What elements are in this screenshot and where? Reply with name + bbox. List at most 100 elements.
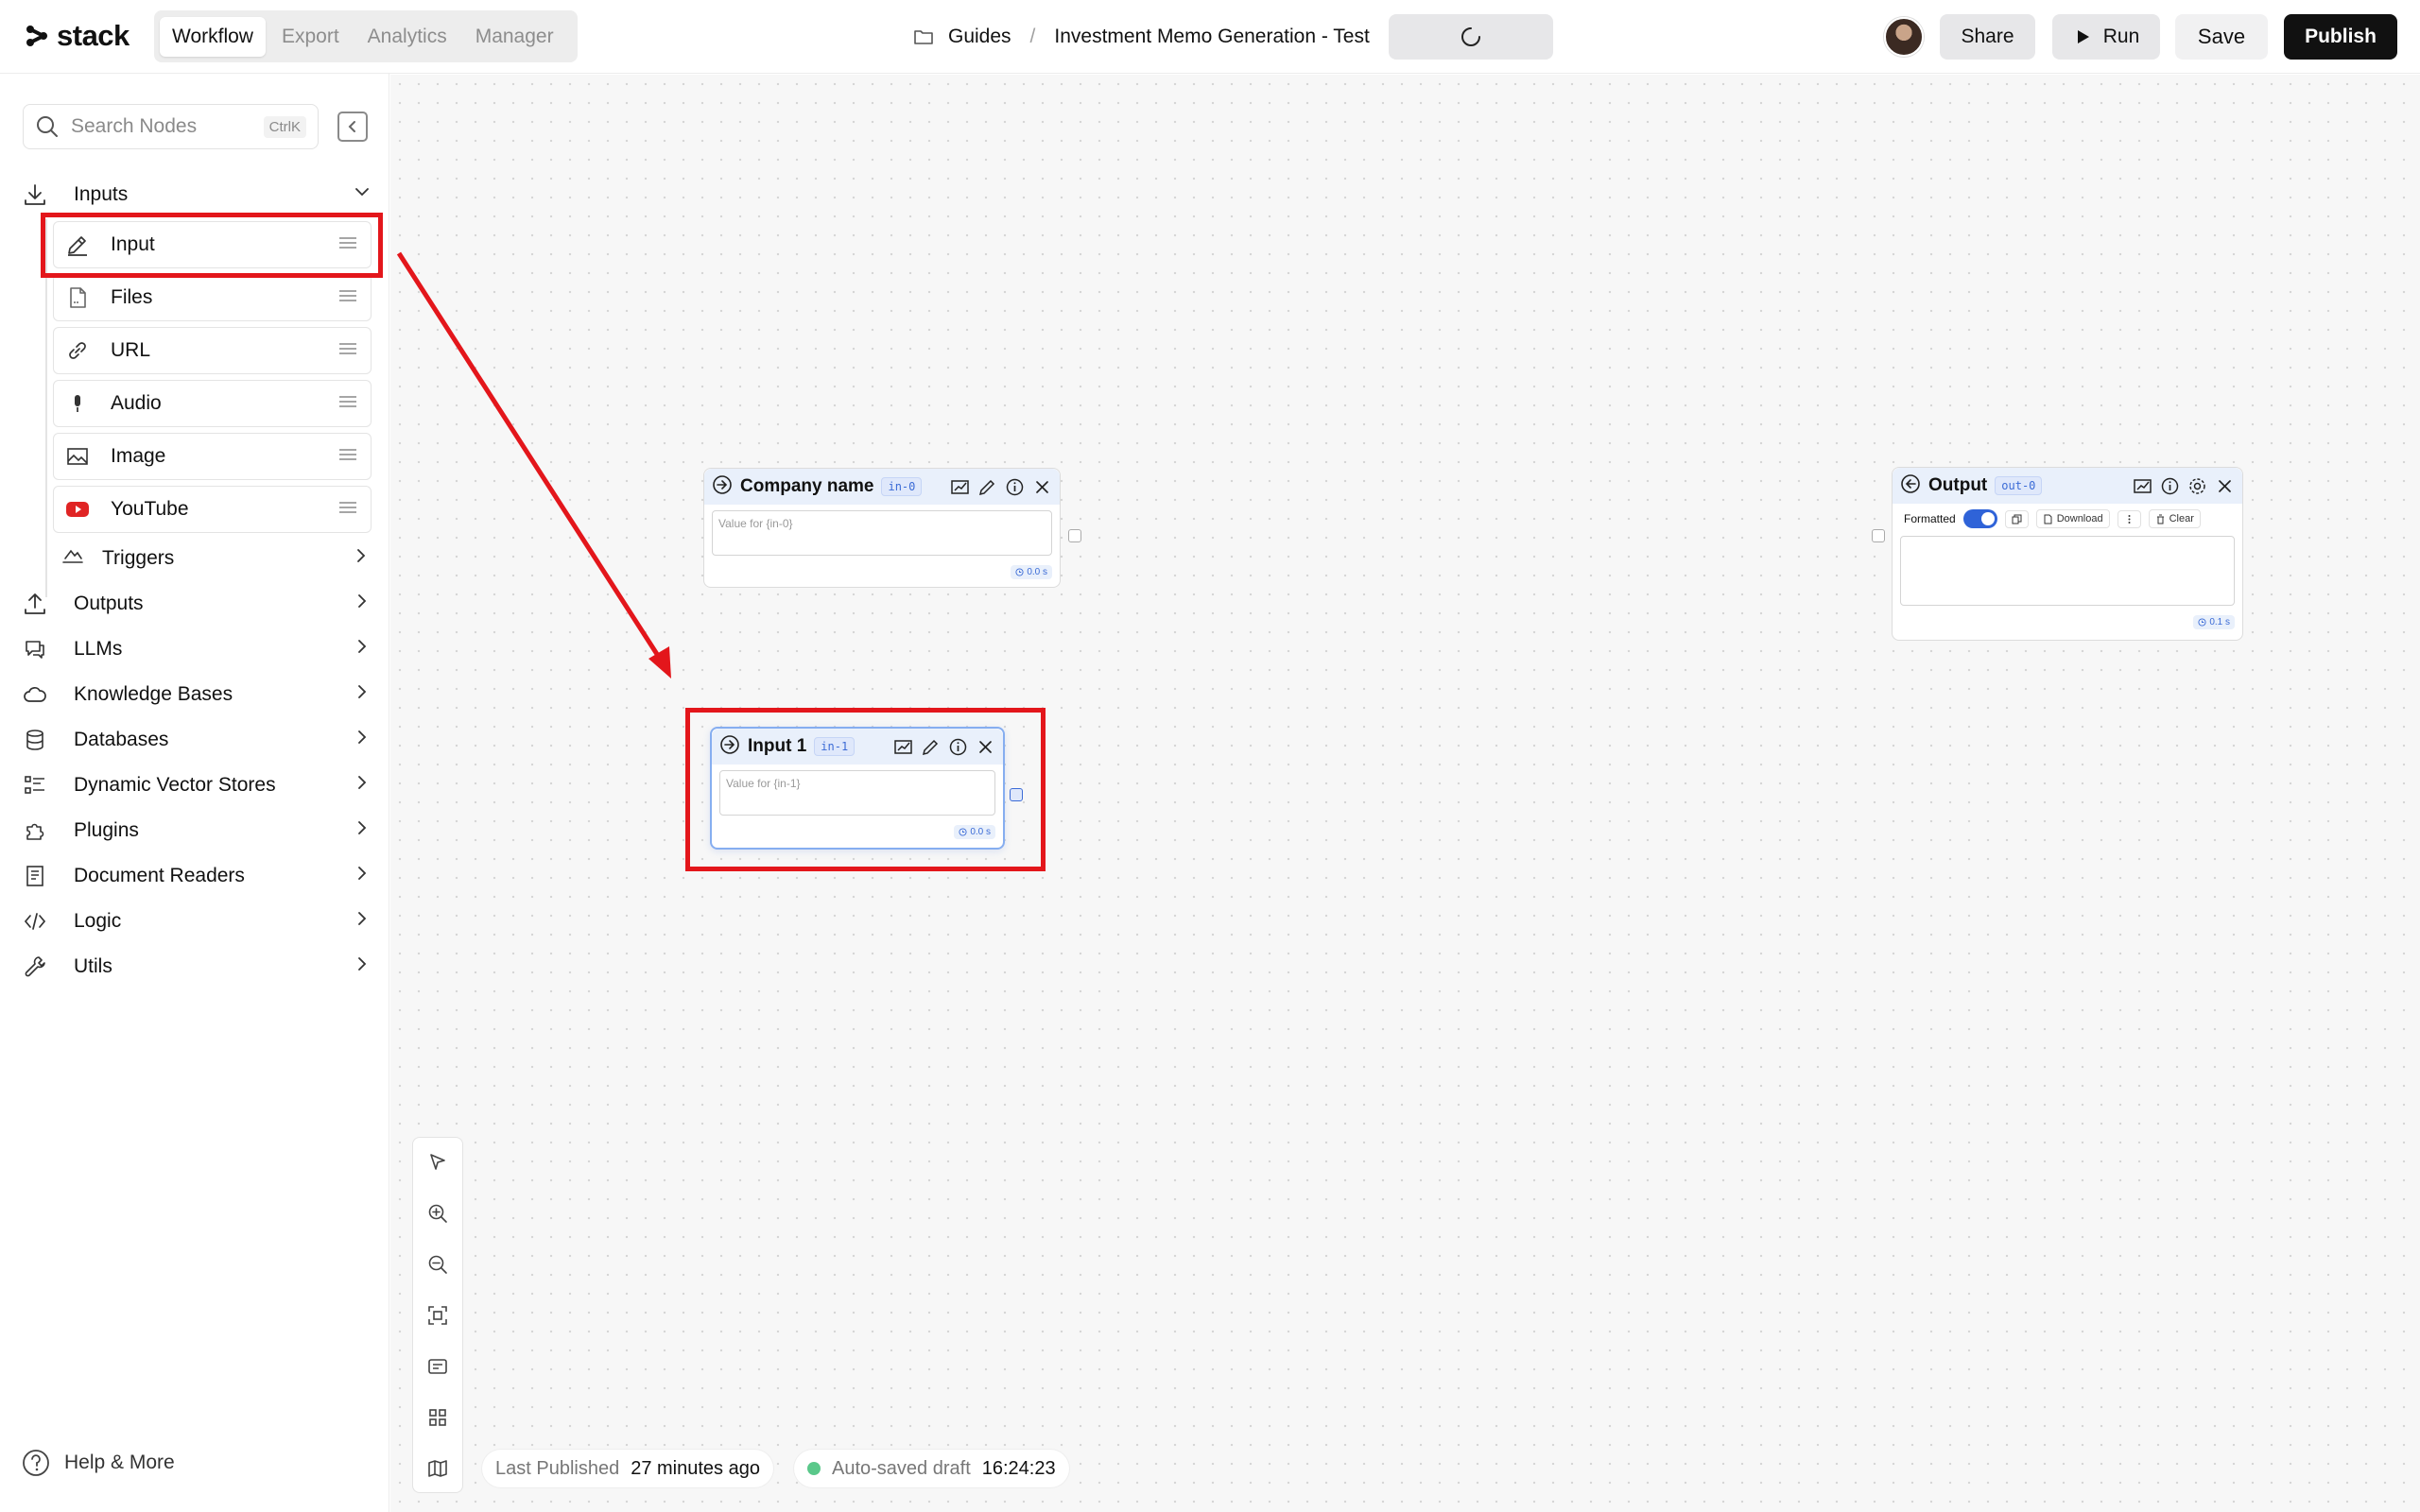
node-item-files[interactable]: Files: [53, 274, 372, 321]
more-options-button[interactable]: [2117, 509, 2141, 528]
node-item-youtube[interactable]: YouTube: [53, 486, 372, 533]
category-knowledge-bases[interactable]: Knowledge Bases: [23, 676, 372, 713]
output-handle[interactable]: [1010, 788, 1023, 801]
drag-handle-icon[interactable]: [337, 337, 359, 360]
category-plugins[interactable]: Plugins: [23, 812, 372, 850]
node-company-name[interactable]: Company name in-0 0.0 s: [703, 468, 1061, 588]
node-item-label: Input: [111, 233, 155, 255]
drag-handle-icon[interactable]: [337, 232, 359, 254]
category-label: Utils: [74, 955, 112, 977]
chart-edit-icon[interactable]: [893, 737, 913, 757]
drag-handle-icon[interactable]: [337, 390, 359, 413]
stack-logo[interactable]: stack: [23, 19, 130, 53]
chevron-right-icon: [358, 594, 367, 608]
input-handle[interactable]: [1872, 529, 1885, 542]
clear-label: Clear: [2169, 513, 2194, 524]
category-label: Plugins: [74, 819, 139, 841]
copy-button[interactable]: [2004, 509, 2029, 528]
info-icon[interactable]: [1005, 477, 1025, 497]
minimap-button[interactable]: [423, 1453, 453, 1484]
node-title: Company name: [740, 476, 874, 496]
help-and-more[interactable]: Help & More: [21, 1448, 175, 1478]
drag-handle-icon[interactable]: [337, 443, 359, 466]
publish-button[interactable]: Publish: [2284, 14, 2397, 60]
chevron-right-icon: [358, 640, 367, 653]
tab-export[interactable]: Export: [269, 17, 352, 57]
node-item-label: URL: [111, 339, 151, 361]
share-button[interactable]: Share: [1940, 14, 2035, 60]
close-icon[interactable]: [1032, 477, 1052, 497]
search-input[interactable]: [71, 115, 251, 138]
node-item-image[interactable]: Image: [53, 433, 372, 480]
run-time-value: 0.1 s: [2209, 617, 2230, 627]
gear-icon[interactable]: [2187, 476, 2207, 496]
publish-button-label: Publish: [2305, 26, 2377, 47]
node-output[interactable]: Output out-0 Formatted Download Clear 0.…: [1892, 467, 2243, 641]
node-header[interactable]: Company name in-0: [704, 469, 1060, 505]
node-header[interactable]: Output out-0: [1893, 468, 2242, 504]
clock-icon: [2198, 618, 2206, 627]
chat-icon: [26, 641, 44, 659]
chevron-right-icon: [358, 776, 367, 789]
image-icon: [67, 448, 88, 465]
close-icon[interactable]: [976, 737, 995, 757]
category-document-readers[interactable]: Document Readers: [23, 857, 372, 895]
category-inputs[interactable]: Inputs: [23, 176, 372, 214]
fit-view-button[interactable]: [423, 1300, 453, 1331]
drag-handle-icon[interactable]: [337, 284, 359, 307]
drag-handle-icon[interactable]: [337, 496, 359, 519]
category-dynamic-vector-stores[interactable]: Dynamic Vector Stores: [23, 766, 372, 804]
avatar[interactable]: [1884, 17, 1924, 57]
pencil-icon[interactable]: [977, 477, 997, 497]
node-value-input[interactable]: [719, 770, 995, 816]
database-icon: [26, 730, 43, 750]
info-icon[interactable]: [2160, 476, 2180, 496]
category-triggers[interactable]: Triggers: [60, 540, 372, 577]
output-display[interactable]: [1900, 536, 2235, 606]
breadcrumb-project[interactable]: Investment Memo Generation - Test: [1054, 26, 1369, 48]
chevron-right-icon: [358, 730, 367, 744]
chart-edit-icon[interactable]: [950, 477, 970, 497]
download-button[interactable]: Download: [2035, 509, 2110, 528]
category-utils[interactable]: Utils: [23, 948, 372, 986]
workflow-canvas[interactable]: Company name in-0 0.0 s: [390, 75, 2420, 1512]
node-header[interactable]: Input 1 in-1: [712, 729, 1003, 765]
zoom-in-button[interactable]: [423, 1198, 453, 1228]
category-outputs[interactable]: Outputs: [23, 585, 372, 623]
last-published-value: 27 minutes ago: [631, 1457, 760, 1479]
category-databases[interactable]: Databases: [23, 721, 372, 759]
formatted-toggle[interactable]: [1962, 509, 1997, 528]
save-button-label: Save: [2197, 25, 2246, 48]
comment-button[interactable]: [423, 1351, 453, 1382]
chart-edit-icon[interactable]: [2133, 476, 2152, 496]
category-logic[interactable]: Logic: [23, 902, 372, 940]
category-llms[interactable]: LLMs: [23, 630, 372, 668]
search-icon: [37, 116, 58, 137]
output-handle[interactable]: [1068, 529, 1081, 542]
node-item-audio[interactable]: Audio: [53, 380, 372, 427]
node-item-input[interactable]: Input: [53, 221, 372, 268]
pencil-icon[interactable]: [921, 737, 941, 757]
node-item-url[interactable]: URL: [53, 327, 372, 374]
clear-button[interactable]: Clear: [2148, 509, 2201, 528]
category-label: Document Readers: [74, 865, 245, 886]
close-icon[interactable]: [2215, 476, 2235, 496]
node-value-input[interactable]: [712, 510, 1052, 556]
node-input-1[interactable]: Input 1 in-1 0.0 s: [710, 727, 1005, 850]
formatted-label: Formatted: [1904, 512, 1956, 525]
trash-icon: [2156, 514, 2164, 524]
search-box[interactable]: CtrlK: [23, 104, 319, 149]
tab-workflow[interactable]: Workflow: [160, 16, 266, 57]
cursor-icon: [430, 1154, 445, 1170]
info-icon[interactable]: [948, 737, 968, 757]
run-button[interactable]: Run: [2052, 14, 2160, 60]
tab-analytics[interactable]: Analytics: [355, 17, 459, 57]
collapse-sidebar-button[interactable]: [337, 112, 368, 142]
last-published-label: Last Published: [495, 1457, 620, 1479]
zoom-out-button[interactable]: [423, 1249, 453, 1280]
tab-manager[interactable]: Manager: [463, 17, 566, 57]
select-tool-button[interactable]: [423, 1147, 453, 1177]
save-button[interactable]: Save: [2175, 14, 2268, 60]
layout-button[interactable]: [423, 1402, 453, 1433]
breadcrumb-folder[interactable]: Guides: [948, 26, 1011, 48]
